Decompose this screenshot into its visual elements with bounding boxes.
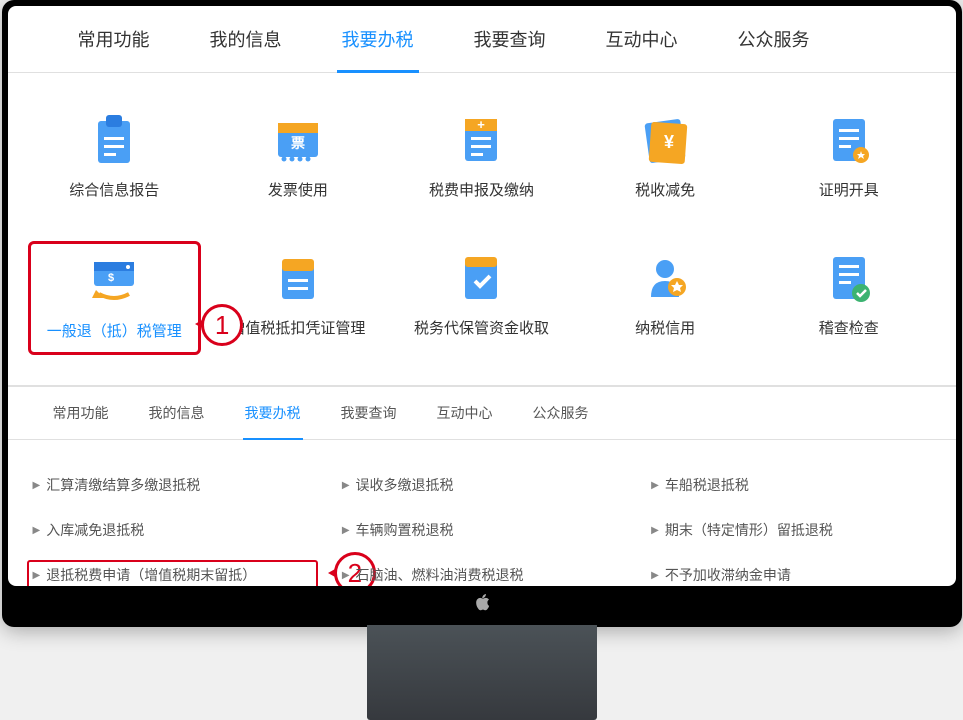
link-item[interactable]: ▶ 车辆购置税退税 xyxy=(342,520,621,540)
svg-text:¥: ¥ xyxy=(664,132,674,152)
icon-label: 稽查检查 xyxy=(819,318,879,339)
icon-label: 综合信息报告 xyxy=(69,180,159,201)
link-label: 车辆购置税退税 xyxy=(356,520,454,540)
link-label: 期末（特定情形）留抵退税 xyxy=(665,520,833,540)
refund-icon: $ xyxy=(84,254,144,309)
sub-tab-query[interactable]: 我要查询 xyxy=(321,387,417,439)
svg-text:+: + xyxy=(478,117,486,132)
caret-icon: ▶ xyxy=(651,570,659,581)
link-item[interactable]: ▶ 误收多缴退抵税 xyxy=(342,475,621,495)
link-label: 入库减免退抵税 xyxy=(46,520,144,540)
sub-tab-interact[interactable]: 互动中心 xyxy=(417,387,513,439)
screen-content: 常用功能 我的信息 我要办税 我要查询 互动中心 公众服务 xyxy=(8,6,956,586)
link-label: 汇算清缴结算多缴退抵税 xyxy=(46,475,200,495)
monitor-stand xyxy=(367,625,597,720)
credit-icon xyxy=(635,251,695,306)
grid-item-report[interactable]: 综合信息报告 xyxy=(28,103,202,211)
icon-grid: 综合信息报告 票 发票使用 + xyxy=(8,73,956,385)
grid-item-audit[interactable]: 稽查检查 xyxy=(762,241,936,355)
annotation-badge-1: 1 xyxy=(201,304,243,346)
grid-item-credit[interactable]: 纳税信用 xyxy=(578,241,752,355)
apple-logo-icon xyxy=(473,594,491,614)
main-tab-public[interactable]: 公众服务 xyxy=(708,6,840,72)
icon-label: 证明开具 xyxy=(819,180,879,201)
caret-icon: ▶ xyxy=(342,480,350,491)
caret-icon: ▶ xyxy=(651,480,659,491)
caret-icon: ▶ xyxy=(33,570,41,581)
grid-item-refund[interactable]: $ 一般退（抵）税管理 1 xyxy=(28,241,202,355)
grid-item-reduce[interactable]: ¥ 税收减免 xyxy=(578,103,752,211)
sub-tab-myinfo[interactable]: 我的信息 xyxy=(129,387,225,439)
declare-icon: + xyxy=(451,113,511,168)
link-item[interactable]: ▶ 车船税退抵税 xyxy=(651,475,930,495)
grid-item-invoice[interactable]: 票 发票使用 xyxy=(211,103,385,211)
icon-label: 税费申报及缴纳 xyxy=(429,180,534,201)
monitor-frame: 常用功能 我的信息 我要办税 我要查询 互动中心 公众服务 xyxy=(2,0,962,627)
icon-label: 一般退（抵）税管理 xyxy=(47,321,182,342)
custody-icon xyxy=(451,251,511,306)
grid-item-cert[interactable]: 证明开具 xyxy=(762,103,936,211)
link-item[interactable]: ▶ 期末（特定情形）留抵退税 xyxy=(651,520,930,540)
audit-icon xyxy=(819,251,879,306)
sub-tab-bar: 常用功能 我的信息 我要办税 我要查询 互动中心 公众服务 xyxy=(8,387,956,440)
link-item[interactable]: ▶ 入库减免退抵税 xyxy=(33,520,312,540)
cert-icon xyxy=(819,113,879,168)
link-grid: ▶ 汇算清缴结算多缴退抵税 ▶ 误收多缴退抵税 ▶ 车船税退抵税 ▶ 入库减免退抵税 ▶… xyxy=(8,440,956,586)
link-item-highlighted[interactable]: ▶ 退抵税费申请（增值税期末留抵） 2 xyxy=(27,560,318,586)
main-tab-query[interactable]: 我要查询 xyxy=(444,6,576,72)
icon-label: 税务代保管资金收取 xyxy=(414,318,549,339)
invoice-icon: 票 xyxy=(268,113,328,168)
caret-icon: ▶ xyxy=(651,525,659,536)
monitor-bezel xyxy=(8,586,956,621)
icon-label: 增值税抵扣凭证管理 xyxy=(230,318,365,339)
icon-label: 税收减免 xyxy=(635,180,695,201)
sub-tab-common[interactable]: 常用功能 xyxy=(33,387,129,439)
link-label: 石脑油、燃料油消费税退税 xyxy=(356,565,524,585)
grid-item-custody[interactable]: 税务代保管资金收取 xyxy=(395,241,569,355)
grid-item-declare[interactable]: + 税费申报及缴纳 xyxy=(395,103,569,211)
caret-icon: ▶ xyxy=(33,480,41,491)
link-item[interactable]: ▶ 汇算清缴结算多缴退抵税 xyxy=(33,475,312,495)
link-label: 误收多缴退抵税 xyxy=(356,475,454,495)
sub-tab-tax[interactable]: 我要办税 xyxy=(225,387,321,439)
link-label: 退抵税费申请（增值税期末留抵） xyxy=(46,565,256,585)
sub-tab-public[interactable]: 公众服务 xyxy=(513,387,609,439)
main-tab-interact[interactable]: 互动中心 xyxy=(576,6,708,72)
svg-text:$: $ xyxy=(108,272,114,284)
caret-icon: ▶ xyxy=(33,525,41,536)
caret-icon: ▶ xyxy=(342,525,350,536)
main-tab-tax[interactable]: 我要办税 xyxy=(312,6,444,72)
main-tab-bar: 常用功能 我的信息 我要办税 我要查询 互动中心 公众服务 xyxy=(8,6,956,73)
caret-icon: ▶ xyxy=(342,570,350,581)
reduce-icon: ¥ xyxy=(635,113,695,168)
icon-label: 发票使用 xyxy=(268,180,328,201)
link-label: 车船税退抵税 xyxy=(665,475,749,495)
top-section: 常用功能 我的信息 我要办税 我要查询 互动中心 公众服务 xyxy=(8,6,956,387)
main-tab-myinfo[interactable]: 我的信息 xyxy=(180,6,312,72)
svg-text:票: 票 xyxy=(291,135,305,151)
link-item[interactable]: ▶ 石脑油、燃料油消费税退税 xyxy=(342,565,621,585)
icon-label: 纳税信用 xyxy=(635,318,695,339)
link-item[interactable]: ▶ 不予加收滞纳金申请 xyxy=(651,565,930,585)
main-tab-common[interactable]: 常用功能 xyxy=(48,6,180,72)
vat-icon xyxy=(268,251,328,306)
clipboard-icon xyxy=(84,113,144,168)
link-label: 不予加收滞纳金申请 xyxy=(665,565,791,585)
